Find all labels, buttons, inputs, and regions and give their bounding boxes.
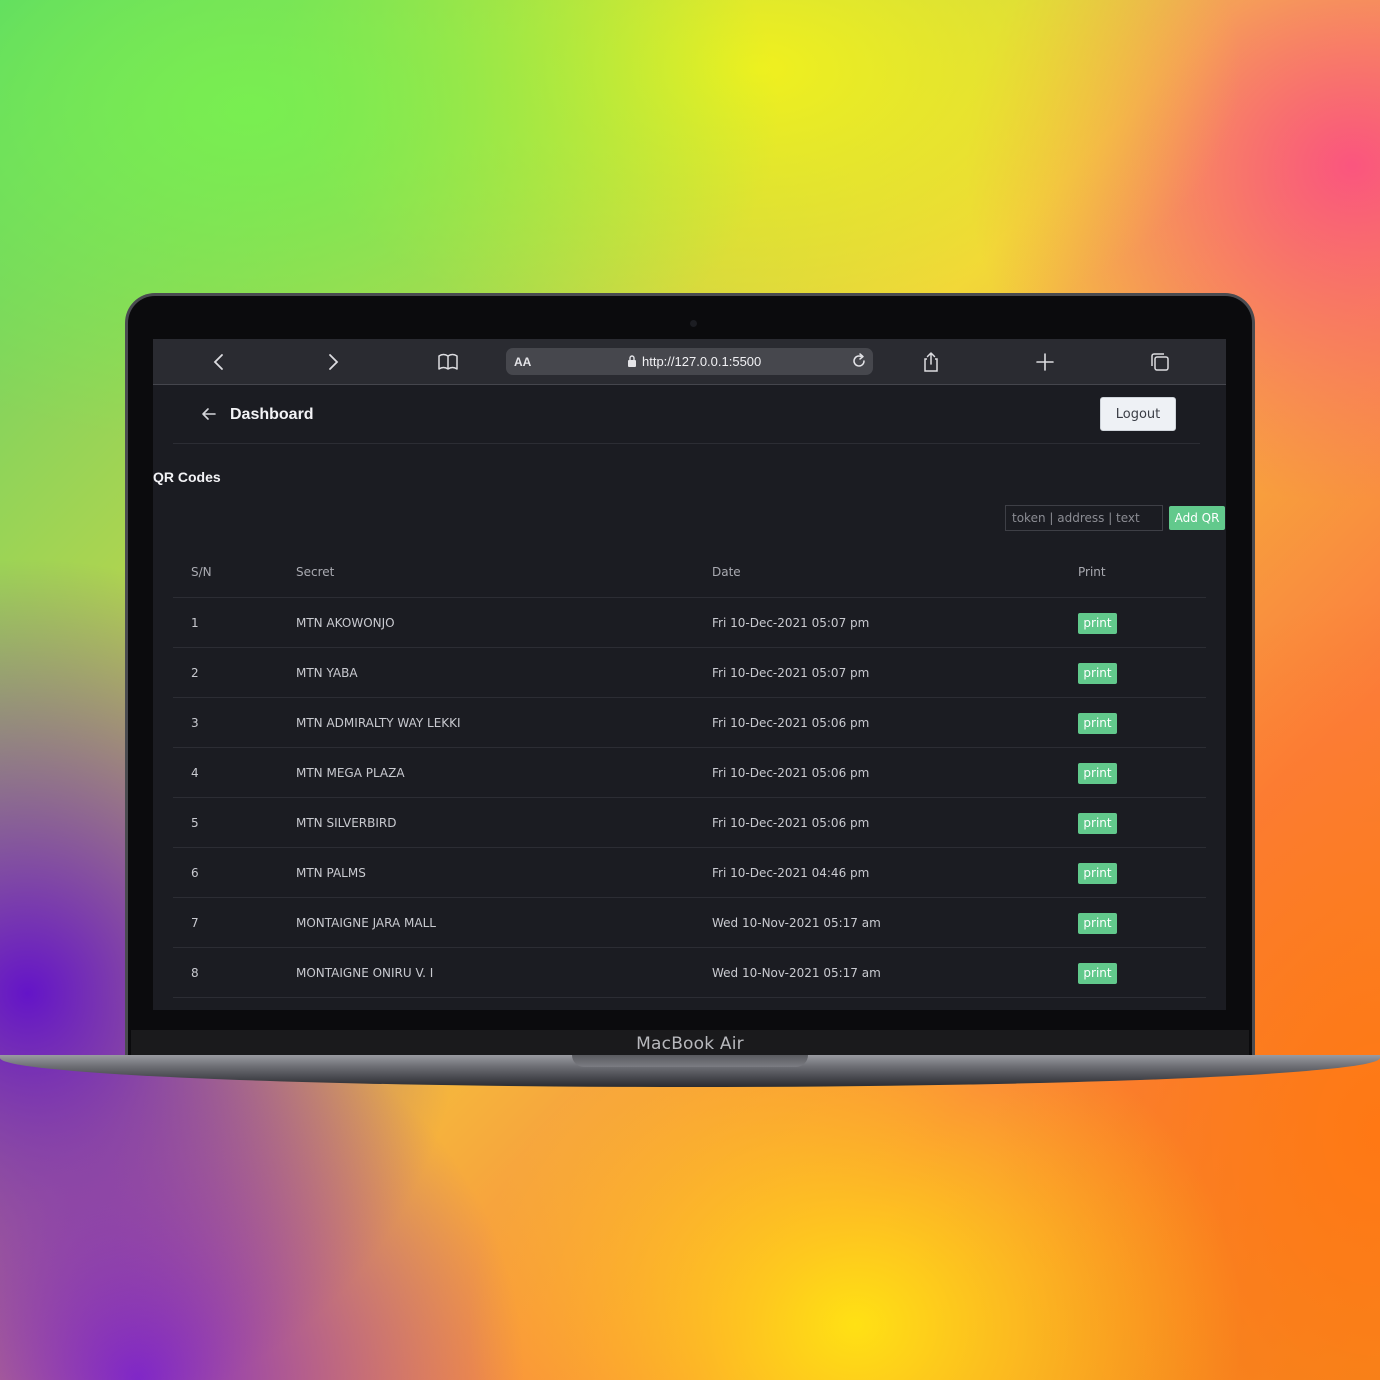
row-date: Fri 10-Dec-2021 05:07 pm	[712, 666, 870, 680]
address-bar[interactable]: AA http://127.0.0.1:5500	[506, 348, 873, 375]
table-row-partial	[173, 997, 1206, 1010]
column-header: S/N	[191, 565, 212, 579]
print-button[interactable]: print	[1078, 663, 1117, 684]
browser-toolbar: AA http://127.0.0.1:5500	[153, 339, 1226, 385]
row-date: Wed 10-Nov-2021 05:17 am	[712, 916, 881, 930]
logout-button[interactable]: Logout	[1100, 397, 1176, 431]
row-secret: MTN ADMIRALTY WAY LEKKI	[296, 716, 461, 730]
table-row: 4 MTN MEGA PLAZA Fri 10-Dec-2021 05:06 p…	[173, 747, 1206, 797]
text-size-button[interactable]: AA	[514, 355, 531, 369]
arrow-left-icon[interactable]	[200, 405, 218, 423]
print-button[interactable]: print	[1078, 863, 1117, 884]
header-divider	[173, 443, 1200, 444]
tabs-icon[interactable]	[1149, 351, 1171, 373]
row-sn: 7	[191, 916, 199, 930]
row-sn: 3	[191, 716, 199, 730]
row-secret: MTN MEGA PLAZA	[296, 766, 405, 780]
laptop-notch	[572, 1055, 808, 1067]
chevron-right-icon[interactable]	[322, 351, 344, 373]
lock-icon	[627, 354, 637, 368]
table-row: 8 MONTAIGNE ONIRU V. I Wed 10-Nov-2021 0…	[173, 947, 1206, 997]
row-sn: 4	[191, 766, 199, 780]
print-button[interactable]: print	[1078, 713, 1117, 734]
qr-input[interactable]	[1005, 505, 1163, 531]
qr-table: S/N Secret Date Print 1 MTN AKOWONJO Fri…	[173, 547, 1206, 1010]
url-text: http://127.0.0.1:5500	[642, 354, 762, 369]
row-secret: MONTAIGNE ONIRU V. I	[296, 966, 434, 980]
row-date: Fri 10-Dec-2021 05:06 pm	[712, 716, 870, 730]
table-row: 7 MONTAIGNE JARA MALL Wed 10-Nov-2021 05…	[173, 897, 1206, 947]
table-row: 1 MTN AKOWONJO Fri 10-Dec-2021 05:07 pm …	[173, 597, 1206, 647]
browser-screen: AA http://127.0.0.1:5500 Dashboard Logou…	[153, 339, 1226, 1010]
table-row: 5 MTN SILVERBIRD Fri 10-Dec-2021 05:06 p…	[173, 797, 1206, 847]
print-button[interactable]: print	[1078, 963, 1117, 984]
print-button[interactable]: print	[1078, 813, 1117, 834]
print-button[interactable]: print	[1078, 613, 1117, 634]
row-date: Fri 10-Dec-2021 04:46 pm	[712, 866, 870, 880]
column-header: Print	[1078, 565, 1106, 579]
table-row: 6 MTN PALMS Fri 10-Dec-2021 04:46 pm pri…	[173, 847, 1206, 897]
section-title: QR Codes	[153, 469, 221, 485]
device-brand-label: MacBook Air	[636, 1034, 744, 1054]
row-secret: MTN PALMS	[296, 866, 366, 880]
table-row: 3 MTN ADMIRALTY WAY LEKKI Fri 10-Dec-202…	[173, 697, 1206, 747]
row-sn: 8	[191, 966, 199, 980]
row-secret: MTN YABA	[296, 666, 358, 680]
row-date: Fri 10-Dec-2021 05:06 pm	[712, 766, 870, 780]
row-date: Fri 10-Dec-2021 05:06 pm	[712, 816, 870, 830]
table-row: 2 MTN YABA Fri 10-Dec-2021 05:07 pm prin…	[173, 647, 1206, 697]
row-date: Wed 10-Nov-2021 05:17 am	[712, 966, 881, 980]
reload-icon[interactable]	[850, 352, 868, 370]
row-secret: MTN SILVERBIRD	[296, 816, 397, 830]
add-qr-button[interactable]: Add QR	[1169, 506, 1225, 530]
row-date: Fri 10-Dec-2021 05:07 pm	[712, 616, 870, 630]
plus-icon[interactable]	[1034, 351, 1056, 373]
row-secret: MONTAIGNE JARA MALL	[296, 916, 436, 930]
row-sn: 2	[191, 666, 199, 680]
column-header: Secret	[296, 565, 335, 579]
row-sn: 5	[191, 816, 199, 830]
chevron-left-icon[interactable]	[208, 351, 230, 373]
row-sn: 6	[191, 866, 199, 880]
row-sn: 1	[191, 616, 199, 630]
print-button[interactable]: print	[1078, 913, 1117, 934]
camera	[690, 320, 697, 327]
column-header: Date	[712, 565, 741, 579]
row-secret: MTN AKOWONJO	[296, 616, 395, 630]
laptop-chin: MacBook Air	[131, 1030, 1249, 1058]
table-header: S/N Secret Date Print	[173, 547, 1206, 597]
book-icon[interactable]	[437, 351, 459, 373]
print-button[interactable]: print	[1078, 763, 1117, 784]
share-icon[interactable]	[920, 351, 942, 373]
page-title: Dashboard	[230, 406, 314, 423]
